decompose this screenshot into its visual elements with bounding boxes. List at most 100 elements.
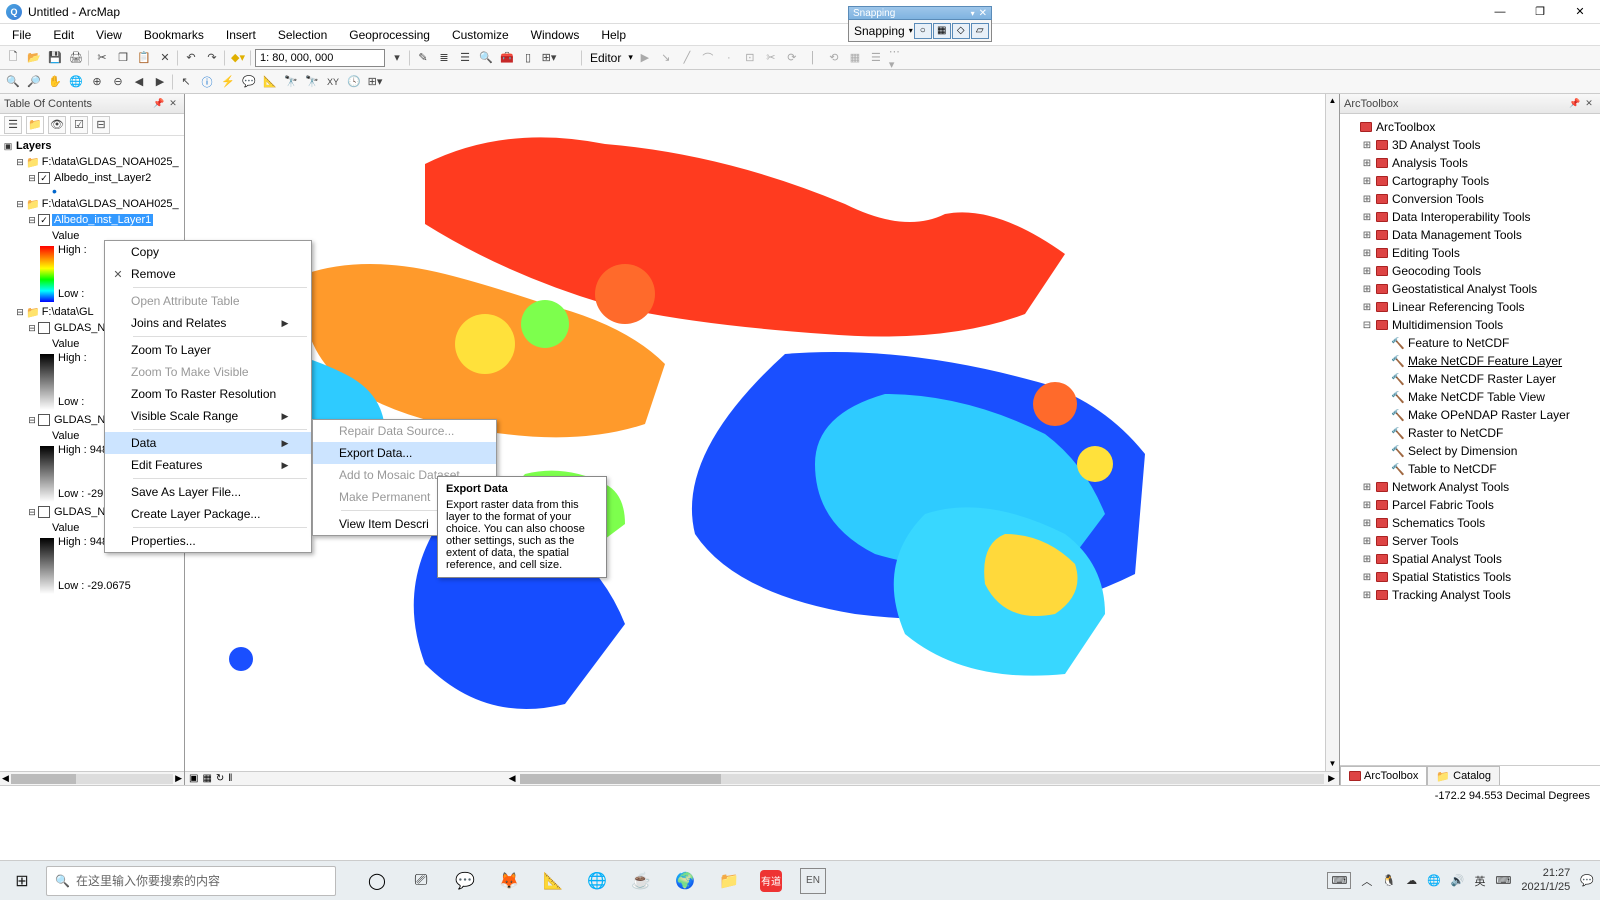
zoom-out-icon[interactable]: 🔎 <box>25 73 43 91</box>
map-vertical-scrollbar[interactable]: ▲ ▼ <box>1325 94 1339 771</box>
identify-icon[interactable]: ⓘ <box>198 73 216 91</box>
tray-volume-icon[interactable]: 🔊 <box>1451 874 1465 887</box>
tray-chevron-up-icon[interactable]: ︿ <box>1361 873 1372 889</box>
tray-ime-lang[interactable]: 英 <box>1474 873 1485 889</box>
menu-item[interactable]: Properties... <box>105 530 311 552</box>
fixed-zoom-out-icon[interactable]: ⊖ <box>109 73 127 91</box>
tray-ime-indicator[interactable]: ⌨ <box>1327 872 1351 889</box>
edit-tool-icon[interactable]: ▶ <box>636 49 654 67</box>
menu-insert[interactable]: Insert <box>222 26 260 44</box>
endnote-icon[interactable]: EN <box>800 868 826 894</box>
menu-item[interactable]: Edit Features▶ <box>105 454 311 476</box>
fixed-zoom-in-icon[interactable]: ⊕ <box>88 73 106 91</box>
toc-options-icon[interactable]: ⊟ <box>92 116 110 134</box>
new-document-icon[interactable]: 🗋 <box>4 49 22 67</box>
tree-node[interactable]: ⊞Geostatistical Analyst Tools <box>1342 280 1598 298</box>
tree-node[interactable]: ⊞Network Analyst Tools <box>1342 478 1598 496</box>
tree-node[interactable]: ⊞Parcel Fabric Tools <box>1342 496 1598 514</box>
tray-clock[interactable]: 21:27 2021/1/25 <box>1521 867 1570 893</box>
list-by-selection-icon[interactable]: ☑ <box>70 116 88 134</box>
menu-item[interactable]: Data▶ <box>105 432 311 454</box>
snapping-menu[interactable]: Snapping <box>851 24 908 38</box>
edit-annotation-icon[interactable]: ⊡ <box>741 49 759 67</box>
edge-icon[interactable]: 🌐 <box>584 868 610 894</box>
tray-network-icon[interactable]: 🌐 <box>1427 874 1441 887</box>
tree-node[interactable]: ⊞Cartography Tools <box>1342 172 1598 190</box>
tree-node[interactable]: 🔨Make NetCDF Raster Layer <box>1342 370 1598 388</box>
start-button[interactable]: ⊞ <box>6 865 38 897</box>
tree-node[interactable]: ⊞Schematics Tools <box>1342 514 1598 532</box>
menu-help[interactable]: Help <box>597 26 630 44</box>
open-icon[interactable]: 📂 <box>25 49 43 67</box>
model-builder-icon[interactable]: ⊞▾ <box>540 49 558 67</box>
tree-node[interactable]: ⊞Data Management Tools <box>1342 226 1598 244</box>
matlab-icon[interactable]: 📐 <box>540 868 566 894</box>
menu-edit[interactable]: Edit <box>49 26 78 44</box>
cut-icon[interactable]: ✂ <box>93 49 111 67</box>
java-icon[interactable]: ☕ <box>628 868 654 894</box>
edit-reshape-icon[interactable]: ⟳ <box>783 49 801 67</box>
tab-arctoolbox[interactable]: ArcToolbox <box>1340 766 1427 785</box>
select-elements-icon[interactable]: ↖ <box>177 73 195 91</box>
hyperlink-icon[interactable]: ⚡ <box>219 73 237 91</box>
tray-onedrive-icon[interactable]: ☁ <box>1406 874 1417 887</box>
menu-item[interactable]: Export Data... <box>313 442 496 464</box>
python-window-icon[interactable]: ▯ <box>519 49 537 67</box>
prev-extent-icon[interactable]: ◀ <box>130 73 148 91</box>
tree-node[interactable]: 🔨Make NetCDF Table View <box>1342 388 1598 406</box>
menu-selection[interactable]: Selection <box>274 26 331 44</box>
copy-icon[interactable]: ❐ <box>114 49 132 67</box>
youdao-icon[interactable]: 有道 <box>760 870 782 892</box>
edit-sketch-icon[interactable]: ☰ <box>867 49 885 67</box>
snapping-dropdown-caret[interactable]: ▾ <box>971 9 975 18</box>
tree-node[interactable]: 🔨Raster to NetCDF <box>1342 424 1598 442</box>
add-data-icon[interactable]: ◆▾ <box>229 49 247 67</box>
snap-point-button[interactable]: ○ <box>914 23 932 39</box>
tree-node[interactable]: ⊞Spatial Analyst Tools <box>1342 550 1598 568</box>
html-popup-icon[interactable]: 💬 <box>240 73 258 91</box>
zoom-in-icon[interactable]: 🔍 <box>4 73 22 91</box>
edit-arc-icon[interactable]: ⌒ <box>699 49 717 67</box>
map-hscroll-left[interactable]: ◀ <box>509 773 516 784</box>
wechat-icon[interactable]: 💬 <box>452 868 478 894</box>
toc-pin-icon[interactable]: 📌 <box>152 98 166 109</box>
tree-node[interactable]: ⊟Multidimension Tools <box>1342 316 1598 334</box>
snapping-toolbar[interactable]: Snapping ▾ ✕ Snapping▾ ○ ▦ ◇ ▱ <box>848 6 992 42</box>
tree-node[interactable]: ⊞Editing Tools <box>1342 244 1598 262</box>
snapping-close-icon[interactable]: ✕ <box>979 8 987 19</box>
tab-catalog[interactable]: 📁Catalog <box>1427 766 1500 785</box>
tray-ime-icon[interactable]: ⌨ <box>1495 874 1511 887</box>
full-extent-icon[interactable]: 🌐 <box>67 73 85 91</box>
print-icon[interactable]: 🖨 <box>67 49 85 67</box>
list-by-source-icon[interactable]: 📁 <box>26 116 44 134</box>
tree-node[interactable]: ⊞Data Interoperability Tools <box>1342 208 1598 226</box>
catalog-window-icon[interactable]: ☰ <box>456 49 474 67</box>
arctoolbox-pin-icon[interactable]: 📌 <box>1568 98 1582 109</box>
redo-icon[interactable]: ↷ <box>203 49 221 67</box>
minimize-button[interactable]: — <box>1480 0 1520 24</box>
snapping-title[interactable]: Snapping ▾ ✕ <box>848 6 992 20</box>
tree-node[interactable]: ⊞Tracking Analyst Tools <box>1342 586 1598 604</box>
edit-split-icon[interactable]: │ <box>804 49 822 67</box>
maximize-button[interactable]: ❐ <box>1520 0 1560 24</box>
measure-icon[interactable]: 📐 <box>261 73 279 91</box>
list-by-visibility-icon[interactable]: 👁 <box>48 116 66 134</box>
firefox-icon[interactable]: 🦊 <box>496 868 522 894</box>
menu-customize[interactable]: Customize <box>448 26 513 44</box>
menu-item[interactable]: ✕Remove <box>105 263 311 285</box>
pan-icon[interactable]: ✋ <box>46 73 64 91</box>
time-slider-icon[interactable]: 🕓 <box>345 73 363 91</box>
find-route-icon[interactable]: 🔭 <box>303 73 321 91</box>
editor-dropdown[interactable]: Editor <box>586 51 625 65</box>
tree-node[interactable]: 🔨Select by Dimension <box>1342 442 1598 460</box>
edit-line-icon[interactable]: ╱ <box>678 49 696 67</box>
list-by-drawing-order-icon[interactable]: ☰ <box>4 116 22 134</box>
arcmap-taskbar-icon[interactable]: 🌍 <box>672 868 698 894</box>
edit-vertex-icon[interactable]: ↘ <box>657 49 675 67</box>
toc-close-icon[interactable]: ✕ <box>166 98 180 109</box>
scale-input[interactable]: 1: 80, 000, 000 <box>255 49 385 67</box>
tree-node[interactable]: ⊞Analysis Tools <box>1342 154 1598 172</box>
menu-windows[interactable]: Windows <box>527 26 584 44</box>
tree-node[interactable]: ⊞Server Tools <box>1342 532 1598 550</box>
tree-node[interactable]: ⊞3D Analyst Tools <box>1342 136 1598 154</box>
